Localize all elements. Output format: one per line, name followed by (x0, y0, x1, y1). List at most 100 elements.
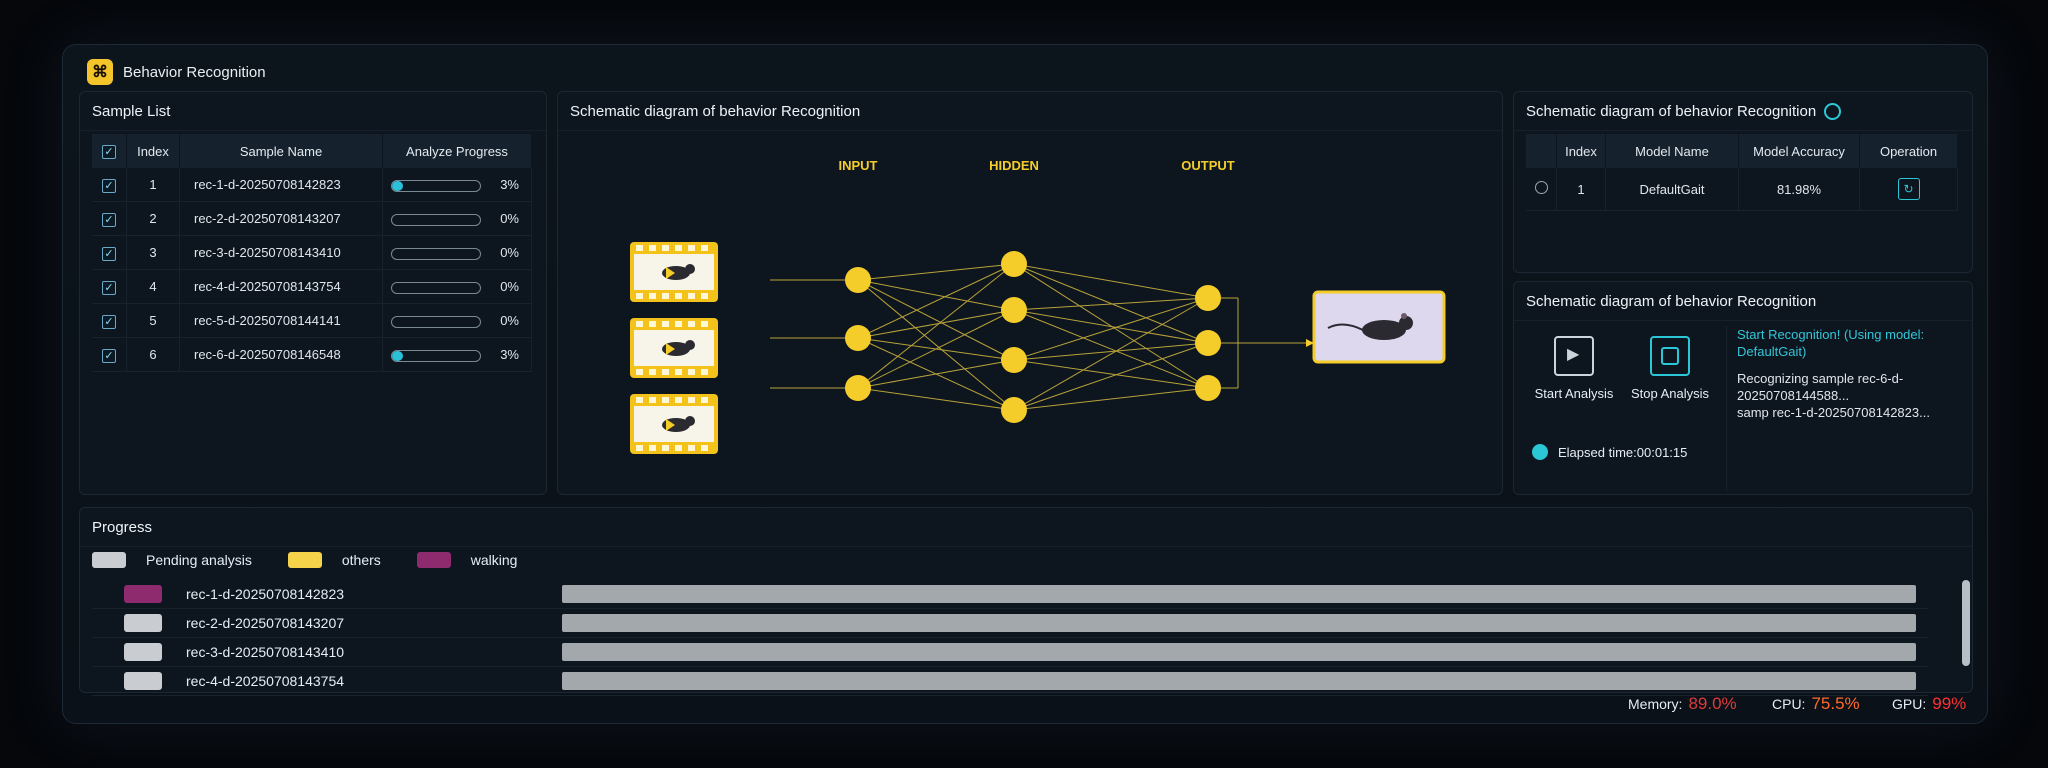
memory-value: 89.0% (1688, 694, 1737, 713)
col-operation: Operation (1859, 134, 1958, 168)
film-hole (675, 293, 682, 299)
network-link (857, 263, 1015, 389)
legend-label: others (341, 552, 381, 568)
sample-row[interactable]: ✓ 3 rec-3-d-20250708143410 0% (92, 235, 532, 270)
stop-analysis-button[interactable]: Stop Analysis (1620, 336, 1720, 401)
network-node (1001, 251, 1027, 277)
film-hole (688, 445, 695, 451)
row-timeline-bar (562, 643, 1916, 661)
progress-bar (391, 349, 481, 362)
sample-checkbox[interactable]: ✓ (102, 178, 116, 193)
sample-name: rec-3-d-20250708143410 (179, 235, 383, 270)
sample-check-cell: ✓ (92, 168, 127, 202)
network-node (845, 375, 871, 401)
log-line: samp rec-1-d-20250708142823... (1737, 405, 1930, 420)
film-hole (662, 397, 669, 403)
film-hole (675, 369, 682, 375)
progress-row[interactable]: rec-3-d-20250708143410 (92, 638, 1928, 667)
operation-cell: ↻ (1859, 168, 1958, 211)
network-link (857, 279, 1015, 411)
progress-row[interactable]: rec-1-d-20250708142823 (92, 580, 1928, 609)
model-row[interactable]: 1 DefaultGait 81.98% ↻ (1526, 168, 1958, 211)
stop-analysis-label: Stop Analysis (1630, 386, 1710, 401)
network-link (857, 309, 1015, 339)
film-hole (649, 293, 656, 299)
film-hole (636, 369, 643, 375)
gpu-value: 99% (1932, 694, 1967, 713)
col-analyze-progress: Analyze Progress (382, 134, 532, 168)
sample-row[interactable]: ✓ 4 rec-4-d-20250708143754 0% (92, 269, 532, 304)
sample-checkbox[interactable]: ✓ (102, 348, 116, 363)
film-hole (701, 321, 708, 327)
network-link (1013, 263, 1209, 299)
network-link (1013, 342, 1209, 361)
title-bar: ⌘ Behavior Recognition (87, 57, 266, 87)
sample-row[interactable]: ✓ 2 rec-2-d-20250708143207 0% (92, 201, 532, 236)
model-name: DefaultGait (1605, 168, 1739, 211)
film-hole (649, 245, 656, 251)
model-panel-title: Schematic diagram of behavior Recognitio… (1514, 92, 1972, 131)
select-all-checkbox[interactable]: ✓ (102, 145, 116, 159)
start-icon (1554, 336, 1594, 376)
model-index: 1 (1556, 168, 1606, 211)
row-sample-name: rec-3-d-20250708143410 (186, 644, 345, 660)
cpu-status: CPU: 75.5% (1772, 694, 1860, 714)
app-title: Behavior Recognition (123, 63, 266, 81)
progress-bar-fill (392, 180, 403, 191)
legend-label: Pending analysis (146, 552, 252, 568)
progress-bar (391, 213, 481, 226)
network-node (845, 267, 871, 293)
sample-index: 6 (126, 337, 180, 372)
network-link (857, 359, 1015, 389)
sample-name: rec-6-d-20250708146548 (179, 337, 383, 372)
network-node (1001, 397, 1027, 423)
sample-check-cell: ✓ (92, 201, 127, 236)
progress-bar (391, 281, 481, 294)
log-line: Recognizing sample rec-6-d-2025070814458… (1737, 371, 1904, 403)
start-analysis-label: Start Analysis (1534, 386, 1614, 401)
layer-label-hidden: HIDDEN (989, 158, 1039, 173)
legend-label: walking (470, 552, 518, 568)
film-hole (675, 445, 682, 451)
model-load-button[interactable]: ↻ (1897, 178, 1920, 200)
sample-check-cell: ✓ (92, 269, 127, 304)
network-link (1013, 359, 1209, 389)
network-node (1195, 330, 1221, 356)
sample-name: rec-1-d-20250708142823 (179, 168, 383, 202)
film-hole (662, 369, 669, 375)
video-frames (630, 242, 718, 454)
sample-checkbox[interactable]: ✓ (102, 246, 116, 261)
progress-row[interactable]: rec-4-d-20250708143754 (92, 667, 1928, 696)
sample-checkbox[interactable]: ✓ (102, 280, 116, 295)
refresh-icon[interactable] (1824, 102, 1842, 120)
sample-checkbox[interactable]: ✓ (102, 212, 116, 227)
progress-bar (391, 179, 481, 192)
neural-network-diagram: INPUT HIDDEN OUTPUT (630, 158, 1446, 454)
sample-row[interactable]: ✓ 6 rec-6-d-20250708146548 3% (92, 337, 532, 372)
sample-row[interactable]: ✓ 1 rec-1-d-20250708142823 3% (92, 168, 532, 202)
sample-progress-cell: 0% (382, 303, 532, 338)
col-model-index: Index (1556, 134, 1606, 168)
progress-row[interactable]: rec-2-d-20250708143207 (92, 609, 1928, 638)
network-node (845, 325, 871, 351)
network-link (1013, 297, 1209, 311)
output-image (1312, 290, 1446, 364)
progress-scrollbar[interactable] (1962, 580, 1970, 666)
progress-percent: 0% (500, 211, 519, 226)
start-analysis-button[interactable]: Start Analysis (1524, 336, 1624, 401)
row-timeline-bar (562, 585, 1916, 603)
memory-status: Memory: 89.0% (1628, 694, 1737, 714)
sample-index: 3 (126, 235, 180, 270)
sample-check-cell: ✓ (92, 337, 127, 372)
film-hole (701, 245, 708, 251)
film-hole (701, 369, 708, 375)
progress-percent: 0% (500, 245, 519, 260)
sample-index: 4 (126, 269, 180, 304)
schematic-panel: Schematic diagram of behavior Recognitio… (557, 91, 1503, 495)
video-frame (630, 394, 718, 454)
sample-checkbox[interactable]: ✓ (102, 314, 116, 329)
sample-row[interactable]: ✓ 5 rec-5-d-20250708144141 0% (92, 303, 532, 338)
sample-progress-cell: 3% (382, 337, 532, 372)
sample-progress-cell: 0% (382, 235, 532, 270)
model-radio[interactable] (1534, 181, 1548, 194)
